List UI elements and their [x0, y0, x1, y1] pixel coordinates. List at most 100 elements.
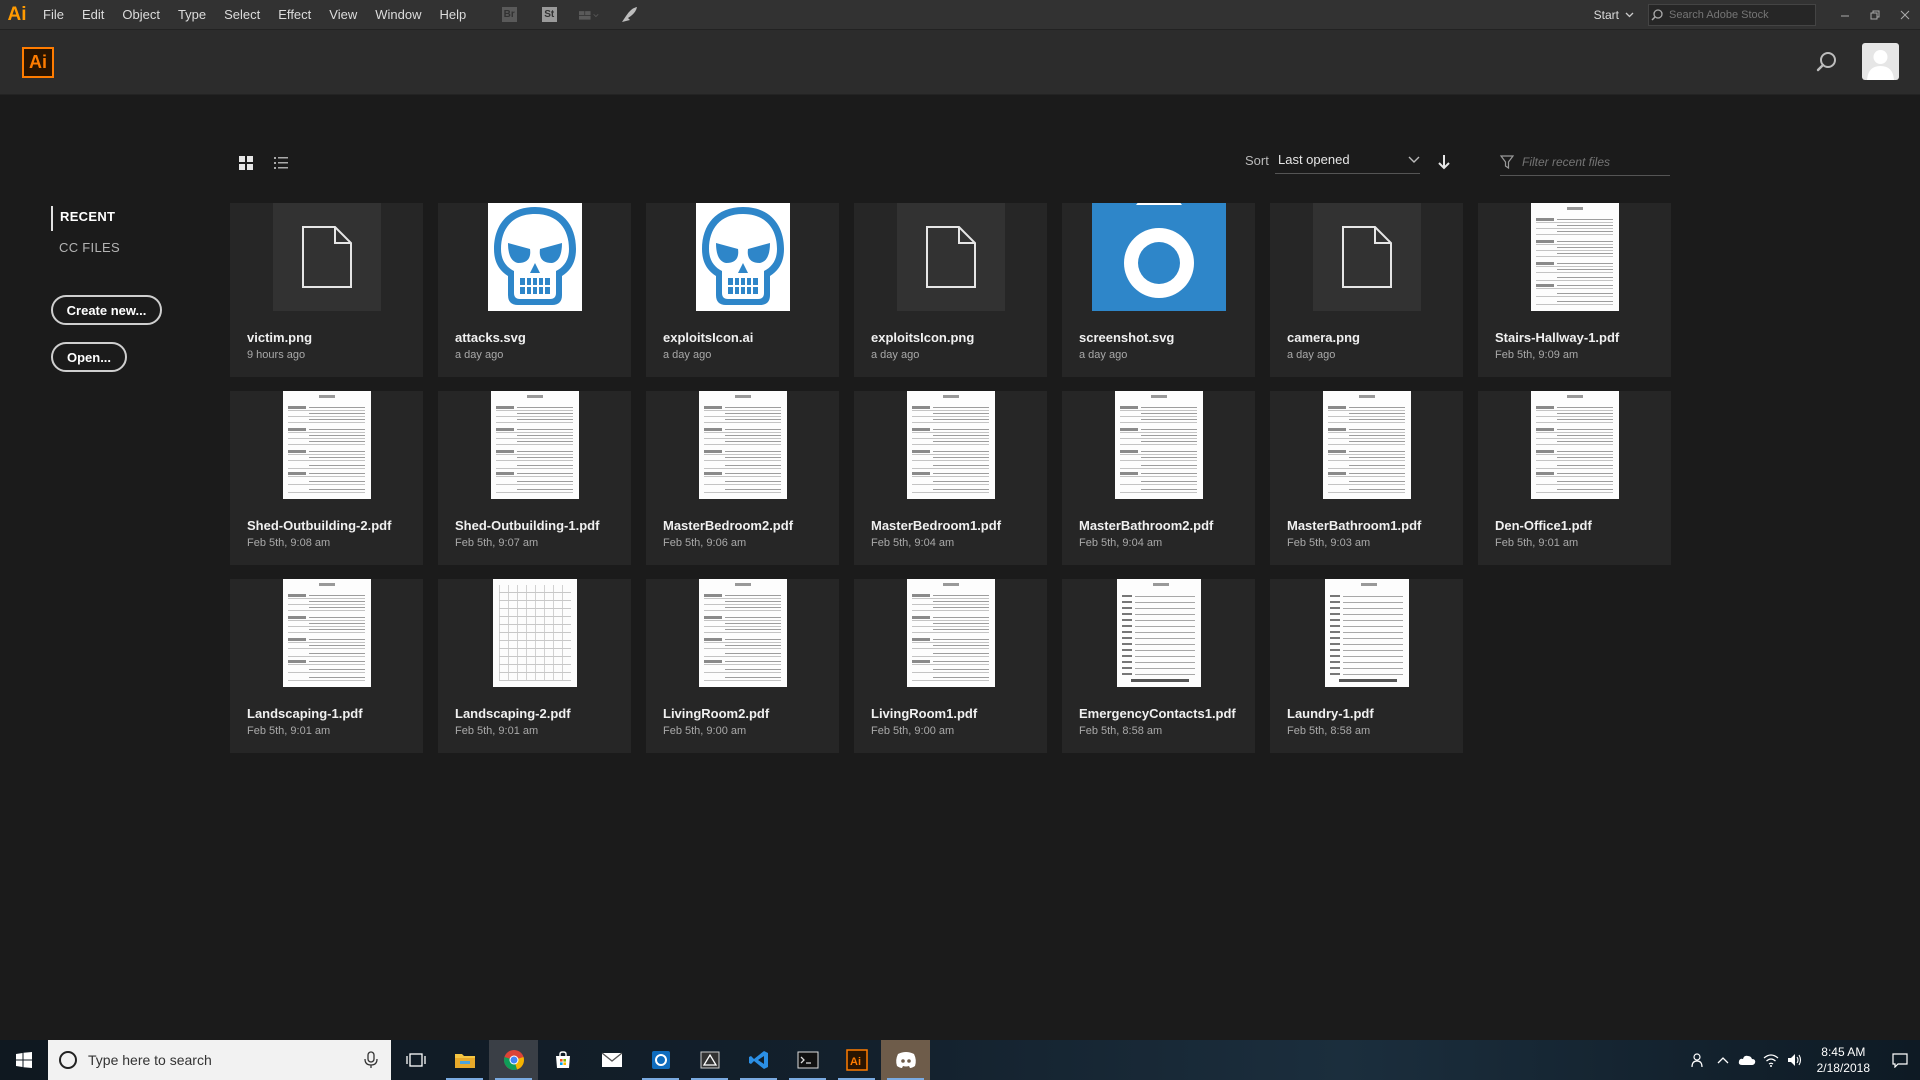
file-card[interactable]: attacks.svg a day ago [438, 203, 631, 377]
search-button[interactable] [1815, 50, 1839, 74]
vscode-icon [748, 1051, 768, 1069]
svg-text:Ai: Ai [850, 1056, 861, 1068]
list-view-button[interactable] [272, 154, 290, 172]
taskbar-outlook[interactable] [636, 1040, 685, 1080]
action-center-icon[interactable] [1880, 1040, 1920, 1080]
illustrator-logo: Ai [22, 47, 54, 78]
file-name: LivingRoom2.pdf [663, 706, 770, 721]
task-view-button[interactable] [391, 1040, 440, 1080]
filter-input[interactable] [1520, 153, 1664, 170]
start-button[interactable] [0, 1040, 48, 1080]
taskbar-chrome[interactable] [489, 1040, 538, 1080]
bridge-icon[interactable]: Br [499, 5, 519, 25]
file-card[interactable]: EmergencyContacts1.pdf Feb 5th, 8:58 am [1062, 579, 1255, 753]
stock-icon[interactable]: St [539, 5, 559, 25]
file-card[interactable]: exploitsIcon.ai a day ago [646, 203, 839, 377]
file-card[interactable]: Laundry-1.pdf Feb 5th, 8:58 am [1270, 579, 1463, 753]
menu-window[interactable]: Window [366, 0, 430, 29]
illustrator-icon: Ai [845, 1049, 868, 1071]
stock-search-input[interactable] [1667, 7, 1811, 22]
file-card[interactable]: exploitsIcon.png a day ago [854, 203, 1047, 377]
file-card[interactable]: Shed-Outbuilding-2.pdf Feb 5th, 9:08 am [230, 391, 423, 565]
taskbar-discord[interactable] [881, 1040, 930, 1080]
menu-help[interactable]: Help [430, 0, 475, 29]
store-icon [555, 1051, 570, 1068]
close-button[interactable] [1890, 0, 1920, 29]
people-icon[interactable] [1687, 1040, 1711, 1080]
file-modified-time: a day ago [455, 349, 504, 361]
file-name: MasterBathroom2.pdf [1079, 518, 1214, 533]
list-view-icon [274, 157, 288, 169]
file-card[interactable]: MasterBedroom2.pdf Feb 5th, 9:06 am [646, 391, 839, 565]
filter-box[interactable] [1500, 148, 1670, 176]
avatar[interactable] [1862, 43, 1899, 80]
menu-view[interactable]: View [320, 0, 366, 29]
workspace-switcher[interactable]: Start [1594, 8, 1634, 22]
file-card[interactable]: screenshot.svg a day ago [1062, 203, 1255, 377]
menu-object[interactable]: Object [113, 0, 169, 29]
restore-button[interactable] [1860, 0, 1890, 29]
menu-select[interactable]: Select [215, 0, 269, 29]
file-name: Landscaping-2.pdf [455, 706, 571, 721]
generic-file-icon [1341, 226, 1392, 288]
file-card[interactable]: camera.png a day ago [1270, 203, 1463, 377]
graph-grid [498, 585, 571, 681]
file-card[interactable]: Den-Office1.pdf Feb 5th, 9:01 am [1478, 391, 1671, 565]
menu-type[interactable]: Type [169, 0, 215, 29]
file-card[interactable]: MasterBathroom1.pdf Feb 5th, 9:03 am [1270, 391, 1463, 565]
minimize-button[interactable] [1830, 0, 1860, 29]
pdf-page-thumbnail [1322, 391, 1411, 499]
file-card[interactable]: MasterBathroom2.pdf Feb 5th, 9:04 am [1062, 391, 1255, 565]
taskbar-clock[interactable]: 8:45 AM 2/18/2018 [1817, 1044, 1870, 1076]
nav-recent[interactable]: RECENT [51, 206, 120, 231]
grid-view-button[interactable] [237, 154, 255, 172]
open-button[interactable]: Open... [51, 342, 127, 372]
taskbar-illustrator[interactable]: Ai [832, 1040, 881, 1080]
thumbnail-area [1062, 203, 1255, 312]
menu-file[interactable]: File [34, 0, 73, 29]
file-card[interactable]: Stairs-Hallway-1.pdf Feb 5th, 9:09 am [1478, 203, 1671, 377]
adobe-stock-search[interactable] [1648, 3, 1816, 26]
page-lines [287, 583, 365, 681]
file-card[interactable]: LivingRoom1.pdf Feb 5th, 9:00 am [854, 579, 1047, 753]
pdf-page-thumbnail [698, 391, 787, 499]
gpu-rocket-icon[interactable] [619, 5, 639, 25]
chevron-up-icon[interactable] [1711, 1040, 1735, 1080]
file-card[interactable]: MasterBedroom1.pdf Feb 5th, 9:04 am [854, 391, 1047, 565]
file-card[interactable]: victim.png 9 hours ago [230, 203, 423, 377]
pdf-page-thumbnail [282, 391, 371, 499]
taskbar-file-explorer[interactable] [440, 1040, 489, 1080]
taskbar-unity[interactable] [685, 1040, 734, 1080]
thumbnail-area [1270, 579, 1463, 688]
menu-edit[interactable]: Edit [73, 0, 113, 29]
file-name: attacks.svg [455, 330, 526, 345]
sort-direction-button[interactable] [1436, 153, 1452, 171]
arrange-documents-icon[interactable] [579, 5, 599, 25]
taskbar-vscode[interactable] [734, 1040, 783, 1080]
pdf-page-thumbnail [492, 579, 577, 687]
file-name: MasterBathroom1.pdf [1287, 518, 1422, 533]
nav-cc-files[interactable]: CC FILES [51, 237, 120, 262]
thumbnail-area [646, 391, 839, 500]
microphone-icon[interactable] [361, 1050, 381, 1070]
file-card[interactable]: Landscaping-1.pdf Feb 5th, 9:01 am [230, 579, 423, 753]
wifi-icon[interactable] [1759, 1040, 1783, 1080]
taskbar-mail[interactable] [587, 1040, 636, 1080]
filter-icon [1500, 154, 1514, 169]
taskbar-store[interactable] [538, 1040, 587, 1080]
file-card[interactable]: Shed-Outbuilding-1.pdf Feb 5th, 9:07 am [438, 391, 631, 565]
create-new-button[interactable]: Create new... [51, 295, 162, 325]
camera-icon [1123, 203, 1194, 298]
taskbar-search[interactable]: Type here to search [48, 1040, 391, 1080]
menu-effect[interactable]: Effect [269, 0, 320, 29]
volume-icon[interactable] [1783, 1040, 1807, 1080]
sort-dropdown[interactable]: Last opened [1275, 146, 1420, 174]
taskbar-terminal[interactable] [783, 1040, 832, 1080]
file-name: screenshot.svg [1079, 330, 1175, 345]
thumbnail-area [854, 579, 1047, 688]
pdf-page-thumbnail [282, 579, 371, 687]
file-card[interactable]: LivingRoom2.pdf Feb 5th, 9:00 am [646, 579, 839, 753]
file-card[interactable]: Landscaping-2.pdf Feb 5th, 9:01 am [438, 579, 631, 753]
page-lines [1535, 395, 1613, 493]
onedrive-icon[interactable] [1735, 1040, 1759, 1080]
